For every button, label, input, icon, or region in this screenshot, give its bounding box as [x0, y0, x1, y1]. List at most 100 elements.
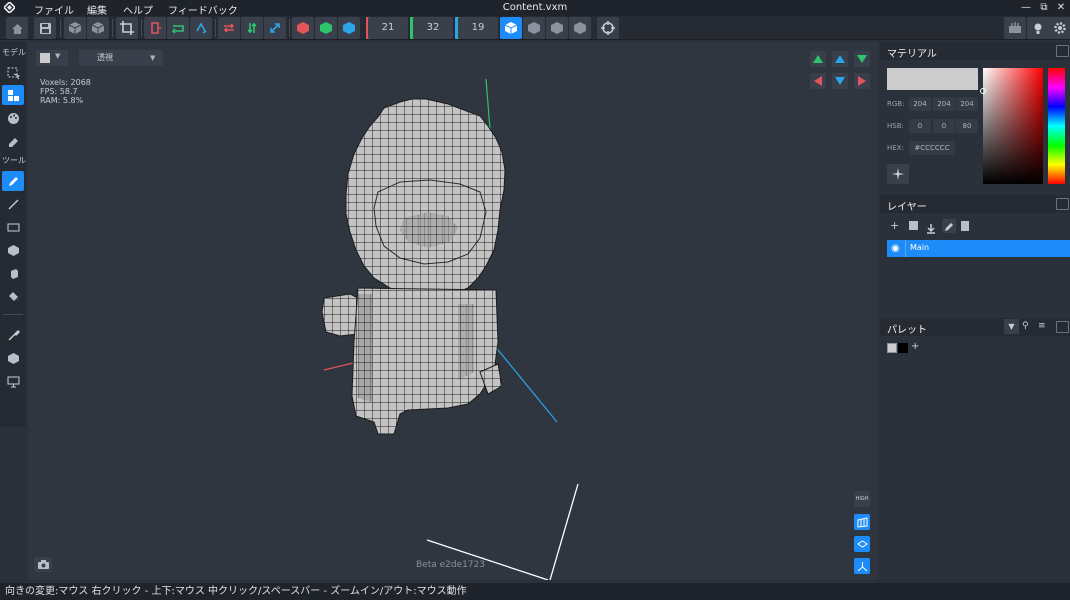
size-x-field[interactable]: 21	[368, 17, 408, 39]
menu-edit[interactable]: 編集	[87, 2, 107, 17]
view-wire-button[interactable]	[523, 17, 545, 39]
close-icon[interactable]: ✕	[1053, 1, 1069, 15]
size-z-field[interactable]: 19	[458, 17, 498, 39]
toolbar-separator	[60, 19, 61, 37]
hsb-b-field[interactable]: 80	[956, 119, 978, 133]
crop-button[interactable]	[116, 17, 138, 39]
menu-help[interactable]: ヘルプ	[123, 2, 153, 17]
restore-icon[interactable]: ⧉	[1036, 1, 1052, 15]
picker-handle[interactable]	[980, 88, 986, 94]
section-model-label: モデル	[2, 48, 26, 57]
eye-icon[interactable]: ◉	[891, 243, 900, 254]
box-tool-button[interactable]	[2, 240, 24, 260]
axis-y-cube-button[interactable]	[315, 17, 337, 39]
rectangle-tool-button[interactable]	[2, 217, 24, 237]
toolbar-separator	[141, 19, 142, 37]
rotate-z-icon	[196, 22, 207, 34]
light-button[interactable]	[1027, 17, 1049, 39]
duplicate-layer-icon[interactable]	[909, 221, 918, 230]
shape-tool-button[interactable]	[2, 348, 24, 368]
rgb-r-field[interactable]: 204	[909, 97, 931, 111]
minimize-icon[interactable]: —	[1018, 1, 1034, 15]
blue-cube-icon	[343, 22, 355, 34]
palette-panel-header: パレット ▼ ⚲ ≡	[880, 318, 1070, 336]
popout-icon[interactable]	[1056, 321, 1069, 333]
rgb-g-field[interactable]: 204	[933, 97, 955, 111]
voxel-model	[321, 98, 506, 435]
view-solid-button[interactable]	[546, 17, 568, 39]
picker-tool-button[interactable]	[2, 325, 24, 345]
add-material-button[interactable]	[887, 164, 909, 184]
grid-button[interactable]	[854, 514, 870, 530]
add-layer-icon[interactable]: +	[890, 219, 903, 232]
mirror-x-button[interactable]	[218, 17, 240, 39]
import-button[interactable]	[64, 17, 86, 39]
menu-icon[interactable]: ≡	[1038, 321, 1046, 331]
flip-x-button[interactable]	[144, 17, 166, 39]
save-button[interactable]	[34, 17, 56, 39]
display-tool-button[interactable]	[2, 371, 24, 391]
mirror-z-button[interactable]	[264, 17, 286, 39]
fill-tool-button[interactable]	[2, 286, 24, 306]
palette-swatch[interactable]	[887, 343, 897, 353]
line-tool-button[interactable]	[2, 194, 24, 214]
extrude-icon	[10, 268, 18, 279]
window-title: Content.vxm	[502, 2, 568, 13]
menu-file[interactable]: ファイル	[34, 2, 74, 17]
chevron-down-icon[interactable]: ▼	[1004, 319, 1019, 334]
trash-icon[interactable]	[961, 221, 969, 231]
target-button[interactable]	[597, 17, 619, 39]
hexagon-icon	[7, 244, 19, 256]
ground-line	[549, 483, 579, 580]
axis-x-cube-button[interactable]	[292, 17, 314, 39]
screenshot-button[interactable]	[34, 557, 52, 572]
hex-field[interactable]: #CCCCCC	[909, 141, 955, 155]
voxel-tool-button[interactable]	[2, 85, 24, 105]
settings-button[interactable]	[1049, 17, 1070, 39]
extrude-tool-button[interactable]	[2, 263, 24, 283]
erase-tool-button[interactable]	[2, 131, 24, 151]
edit-layer-icon[interactable]	[942, 219, 956, 233]
mirror-y-button[interactable]	[241, 17, 263, 39]
layer-row[interactable]: ◉ Main	[887, 240, 1070, 257]
status-hint: 向きの変更:マウス 右クリック - 上下:マウス 中クリック/スペースバー - …	[5, 586, 467, 597]
view-hex-button[interactable]	[569, 17, 591, 39]
color-picker-area[interactable]	[980, 68, 1043, 184]
view-cube-button[interactable]	[500, 17, 522, 39]
hexagon-icon	[574, 22, 586, 34]
popout-icon[interactable]	[1056, 45, 1069, 57]
paint-tool-button[interactable]	[2, 108, 24, 128]
palette-swatch[interactable]	[898, 343, 908, 353]
mirror-x-icon	[223, 23, 235, 33]
rotate-y-button[interactable]	[167, 17, 189, 39]
hue-slider[interactable]	[1048, 68, 1065, 184]
size-y-field[interactable]: 32	[413, 17, 453, 39]
pencil-tool-button[interactable]	[2, 171, 24, 191]
material-panel: マテリアル RGB: 204 204 204 HSB: 0 0 80 HEX: …	[880, 42, 1070, 190]
lightbulb-icon	[1034, 23, 1042, 34]
rgb-b-field[interactable]: 204	[956, 97, 978, 111]
axis-z-cube-button[interactable]	[338, 17, 360, 39]
layers-view-button[interactable]	[854, 536, 870, 552]
cube-outline-icon	[528, 22, 540, 34]
3d-viewport[interactable]: ▼ 透視 ▼ Voxels: 2068 FPS: 58.7 RAM: 5.8%	[28, 42, 878, 580]
select-tool-button[interactable]	[2, 63, 24, 83]
menu-feedback[interactable]: フィードバック	[168, 2, 238, 17]
pencil-icon	[8, 176, 18, 186]
hsb-h-field[interactable]: 0	[909, 119, 931, 133]
axes-button[interactable]	[854, 558, 870, 574]
quality-high-button[interactable]: HIGH	[854, 491, 870, 507]
render-button[interactable]	[1004, 17, 1026, 39]
add-swatch-button[interactable]: +	[911, 341, 919, 352]
popout-icon[interactable]	[1056, 198, 1069, 210]
merge-layer-icon[interactable]	[926, 220, 936, 234]
tool-separator	[3, 314, 23, 315]
new-file-button[interactable]	[6, 17, 28, 39]
hsb-s-field[interactable]: 0	[933, 119, 955, 133]
rotate-z-button[interactable]	[190, 17, 212, 39]
hsb-label: HSB:	[887, 122, 904, 130]
eraser-icon	[8, 137, 18, 147]
toolbar-separator	[215, 19, 216, 37]
export-button[interactable]	[87, 17, 109, 39]
search-icon[interactable]: ⚲	[1022, 321, 1029, 331]
